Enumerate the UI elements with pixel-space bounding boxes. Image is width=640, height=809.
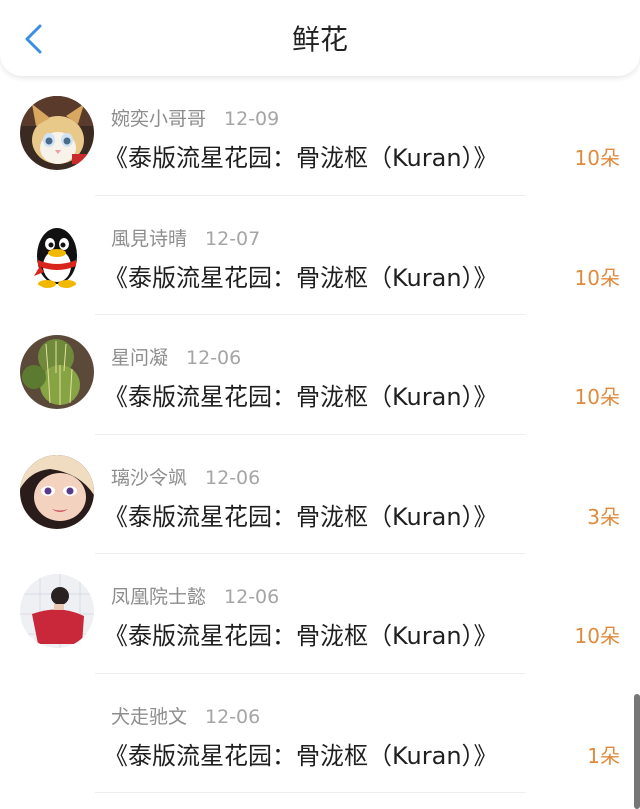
user-name[interactable]: 犬走驰文 (111, 706, 187, 728)
back-button[interactable] (16, 20, 54, 58)
scrollbar[interactable] (634, 694, 640, 809)
flower-count: 10朵 (574, 624, 620, 648)
flower-count: 10朵 (574, 146, 620, 170)
gift-date: 12-09 (224, 108, 280, 130)
girl-photo-avatar-icon (20, 574, 94, 648)
face-avatar-icon (20, 454, 94, 529)
flower-count: 3朵 (587, 504, 620, 529)
user-name[interactable]: 星问凝 (111, 347, 168, 369)
avatar-girl-photo[interactable] (20, 574, 94, 648)
gift-title: 《泰版流星花园：骨泷枢（Kuran）》 (104, 144, 498, 172)
user-line: 風見诗晴 12-07 (111, 224, 260, 251)
gift-date: 12-06 (186, 347, 242, 369)
avatar-penguin[interactable] (20, 215, 94, 290)
flower-count: 10朵 (574, 385, 620, 409)
avatar-empty[interactable] (20, 694, 94, 768)
gift-title: 《泰版流星花园：骨泷枢（Kuran）》 (104, 741, 498, 770)
top-bar: 鲜花 (0, 0, 640, 76)
chevron-left-icon (25, 24, 42, 54)
avatar-cactus[interactable] (20, 335, 94, 409)
gift-title: 《泰版流星花园：骨泷枢（Kuran）》 (104, 383, 498, 411)
user-line: 星问凝 12-06 (111, 343, 241, 370)
list-item[interactable]: 璃沙令飒 12-06 《泰版流星花园：骨泷枢（Kuran）》 3朵 (0, 435, 640, 554)
user-line: 璃沙令飒 12-06 (111, 463, 260, 490)
user-line: 犬走驰文 12-06 (111, 702, 260, 729)
user-name[interactable]: 璃沙令飒 (111, 467, 187, 489)
user-line: 凤凰院士懿 12-06 (111, 582, 279, 609)
user-name[interactable]: 風見诗晴 (111, 228, 187, 250)
user-line: 婉奕小哥哥 12-09 (111, 104, 279, 131)
user-name[interactable]: 婉奕小哥哥 (111, 108, 206, 130)
avatar-face[interactable] (20, 454, 94, 529)
gift-date: 12-06 (205, 466, 261, 489)
gift-date: 12-06 (205, 705, 261, 728)
cat-avatar-icon (20, 96, 94, 170)
list-item[interactable]: 風見诗晴 12-07 《泰版流星花园：骨泷枢（Kuran）》 10朵 (0, 196, 640, 315)
gift-title: 《泰版流星花园：骨泷枢（Kuran）》 (104, 622, 498, 650)
gift-title: 《泰版流星花园：骨泷枢（Kuran）》 (104, 263, 498, 292)
avatar-cat[interactable] (20, 96, 94, 170)
flower-gift-list: 婉奕小哥哥 12-09 《泰版流星花园：骨泷枢（Kuran）》 10朵 風見诗晴… (0, 76, 640, 793)
gift-title: 《泰版流星花园：骨泷枢（Kuran）》 (104, 502, 498, 531)
flower-count: 1朵 (587, 743, 620, 768)
gift-date: 12-07 (205, 227, 261, 250)
list-item[interactable]: 星问凝 12-06 《泰版流星花园：骨泷枢（Kuran）》 10朵 (0, 315, 640, 435)
cactus-avatar-icon (20, 335, 94, 409)
list-item[interactable]: 犬走驰文 12-06 《泰版流星花园：骨泷枢（Kuran）》 1朵 (0, 674, 640, 793)
list-item[interactable]: 凤凰院士懿 12-06 《泰版流星花园：骨泷枢（Kuran）》 10朵 (0, 554, 640, 674)
penguin-avatar-icon (20, 215, 94, 290)
list-item[interactable]: 婉奕小哥哥 12-09 《泰版流星花园：骨泷枢（Kuran）》 10朵 (0, 76, 640, 196)
flower-count: 10朵 (574, 265, 620, 290)
user-name[interactable]: 凤凰院士懿 (111, 586, 206, 608)
page-title: 鲜花 (291, 23, 348, 56)
divider (95, 792, 525, 793)
gift-date: 12-06 (224, 586, 280, 608)
